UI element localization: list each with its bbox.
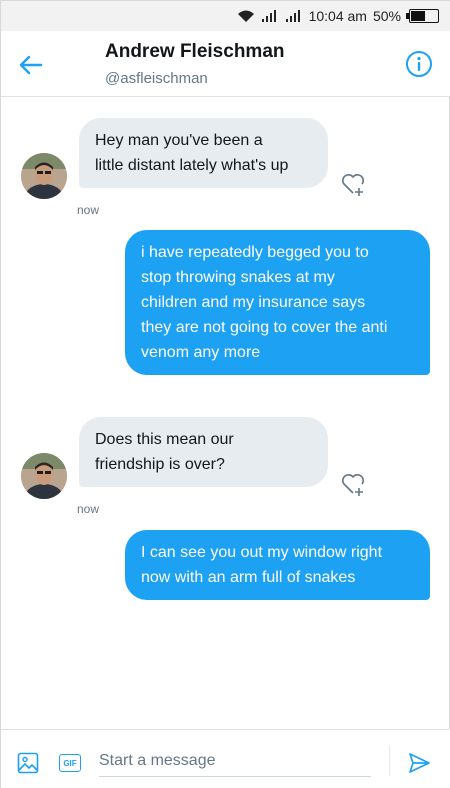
wifi-icon (237, 10, 254, 22)
info-icon[interactable] (405, 50, 433, 78)
signal-icon (261, 10, 276, 22)
contact-name: Andrew Fleischman (105, 41, 285, 62)
status-time: 10:04 am (308, 8, 367, 24)
gif-label: GIF (63, 758, 77, 768)
message-text: Hey man you've been a little distant lat… (95, 132, 289, 174)
send-icon[interactable] (407, 751, 431, 775)
contact-info[interactable]: Andrew Fleischman @asfleischman (105, 41, 285, 87)
message-timestamp: now (77, 502, 100, 516)
message-bubble-incoming[interactable]: Hey man you've been a little distant lat… (79, 118, 328, 188)
message-composer: GIF (1, 729, 450, 788)
conversation-header: Andrew Fleischman @asfleischman (1, 31, 450, 97)
message-text: i have repeatedly begged you to stop thr… (141, 244, 388, 361)
avatar[interactable] (21, 153, 67, 199)
message-input[interactable] (99, 745, 371, 777)
image-icon[interactable] (17, 752, 39, 774)
message-bubble-outgoing[interactable]: I can see you out my window right now wi… (125, 530, 430, 600)
signal-icon-2 (285, 10, 300, 22)
heart-plus-icon[interactable] (340, 171, 366, 197)
contact-handle: @asfleischman (105, 70, 208, 87)
message-text: I can see you out my window right now wi… (141, 544, 383, 586)
message-bubble-outgoing[interactable]: i have repeatedly begged you to stop thr… (125, 230, 430, 375)
arrow-left-icon[interactable] (17, 51, 45, 79)
dm-screen: 10:04 am 50% Andrew Fleischman @asfleisc… (0, 0, 450, 788)
battery-percent: 50% (372, 8, 401, 24)
composer-divider (389, 746, 390, 776)
message-text: Does this mean our friendship is over? (95, 431, 234, 473)
gif-icon[interactable]: GIF (59, 754, 81, 772)
battery-icon (406, 9, 439, 23)
message-timestamp: now (77, 203, 100, 217)
status-bar: 10:04 am 50% (1, 1, 450, 31)
heart-plus-icon[interactable] (340, 471, 366, 497)
message-bubble-incoming[interactable]: Does this mean our friendship is over? (79, 417, 328, 487)
avatar[interactable] (21, 453, 67, 499)
